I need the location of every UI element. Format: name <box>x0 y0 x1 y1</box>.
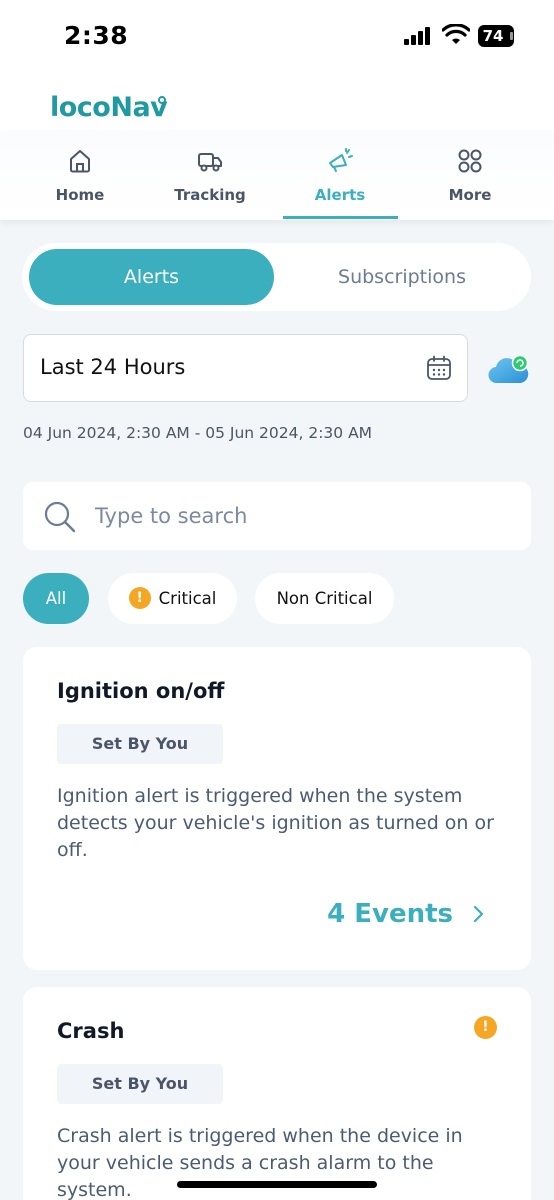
date-range-label: Last 24 Hours <box>40 355 186 379</box>
status-bar: 2:38 74 <box>0 0 554 80</box>
nav-label-tracking: Tracking <box>174 186 246 204</box>
alert-card-description: Ignition alert is triggered when the sys… <box>57 785 494 861</box>
signal-icon <box>404 27 434 45</box>
nav-label-alerts: Alerts <box>314 186 366 204</box>
nav-active-indicator <box>283 216 398 219</box>
nav-more[interactable]: More <box>412 130 528 220</box>
nav-label-home: Home <box>55 186 105 204</box>
tab-alerts[interactable]: Alerts <box>29 249 274 305</box>
home-indicator <box>177 1181 377 1188</box>
home-icon <box>70 150 90 173</box>
logo-dot <box>158 96 166 104</box>
nav-tracking[interactable]: Tracking <box>152 130 268 220</box>
battery-level: 74 <box>482 27 504 45</box>
top-nav: Home Tracking Alerts More <box>0 130 554 220</box>
date-range-selector[interactable]: Last 24 Hours <box>23 334 468 402</box>
alert-card-title: Ignition on/off <box>57 679 225 703</box>
tab-subscriptions[interactable]: Subscriptions <box>282 249 522 305</box>
battery-icon: 74 <box>478 25 514 47</box>
alert-card-badge: Set By You <box>57 1064 223 1104</box>
app-logo: locoNav <box>50 92 168 123</box>
alert-card-events-link[interactable]: 4 Events <box>327 899 453 929</box>
megaphone-icon <box>329 148 353 172</box>
alert-card-badge: Set By You <box>57 724 223 764</box>
calendar-icon <box>427 355 451 380</box>
nav-home[interactable]: Home <box>22 130 138 220</box>
nav-label-more: More <box>448 186 492 204</box>
wifi-icon <box>442 24 470 44</box>
warning-icon: ! <box>128 586 151 609</box>
truck-icon <box>198 153 222 172</box>
search-icon <box>44 501 76 533</box>
nav-alerts[interactable]: Alerts <box>282 130 398 220</box>
alert-card[interactable]: Crash ! Set By You Crash alert is trigge… <box>23 987 531 1200</box>
cloud-sync-icon[interactable] <box>487 353 531 387</box>
chevron-right-icon[interactable] <box>471 905 487 923</box>
search-input[interactable]: Type to search <box>23 482 531 550</box>
alerts-subscriptions-toggle: Alerts Subscriptions <box>22 243 531 311</box>
date-range-text: 04 Jun 2024, 2:30 AM - 05 Jun 2024, 2:30… <box>23 424 373 442</box>
battery-cap <box>510 32 513 40</box>
filter-chip-all[interactable]: All <box>23 573 89 624</box>
critical-warning-icon: ! <box>474 1016 497 1039</box>
filter-chip-critical[interactable]: ! Critical <box>108 573 237 624</box>
alert-card-title: Crash <box>57 1019 125 1043</box>
filter-chip-critical-label: Critical <box>158 589 217 608</box>
grid-icon <box>458 149 482 173</box>
search-placeholder: Type to search <box>95 504 248 528</box>
status-time: 2:38 <box>64 21 129 50</box>
filter-chip-non-critical[interactable]: Non Critical <box>255 573 394 624</box>
alert-card-description: Crash alert is triggered when the device… <box>57 1125 463 1200</box>
alert-card[interactable]: Ignition on/off Set By You Ignition aler… <box>23 647 531 970</box>
